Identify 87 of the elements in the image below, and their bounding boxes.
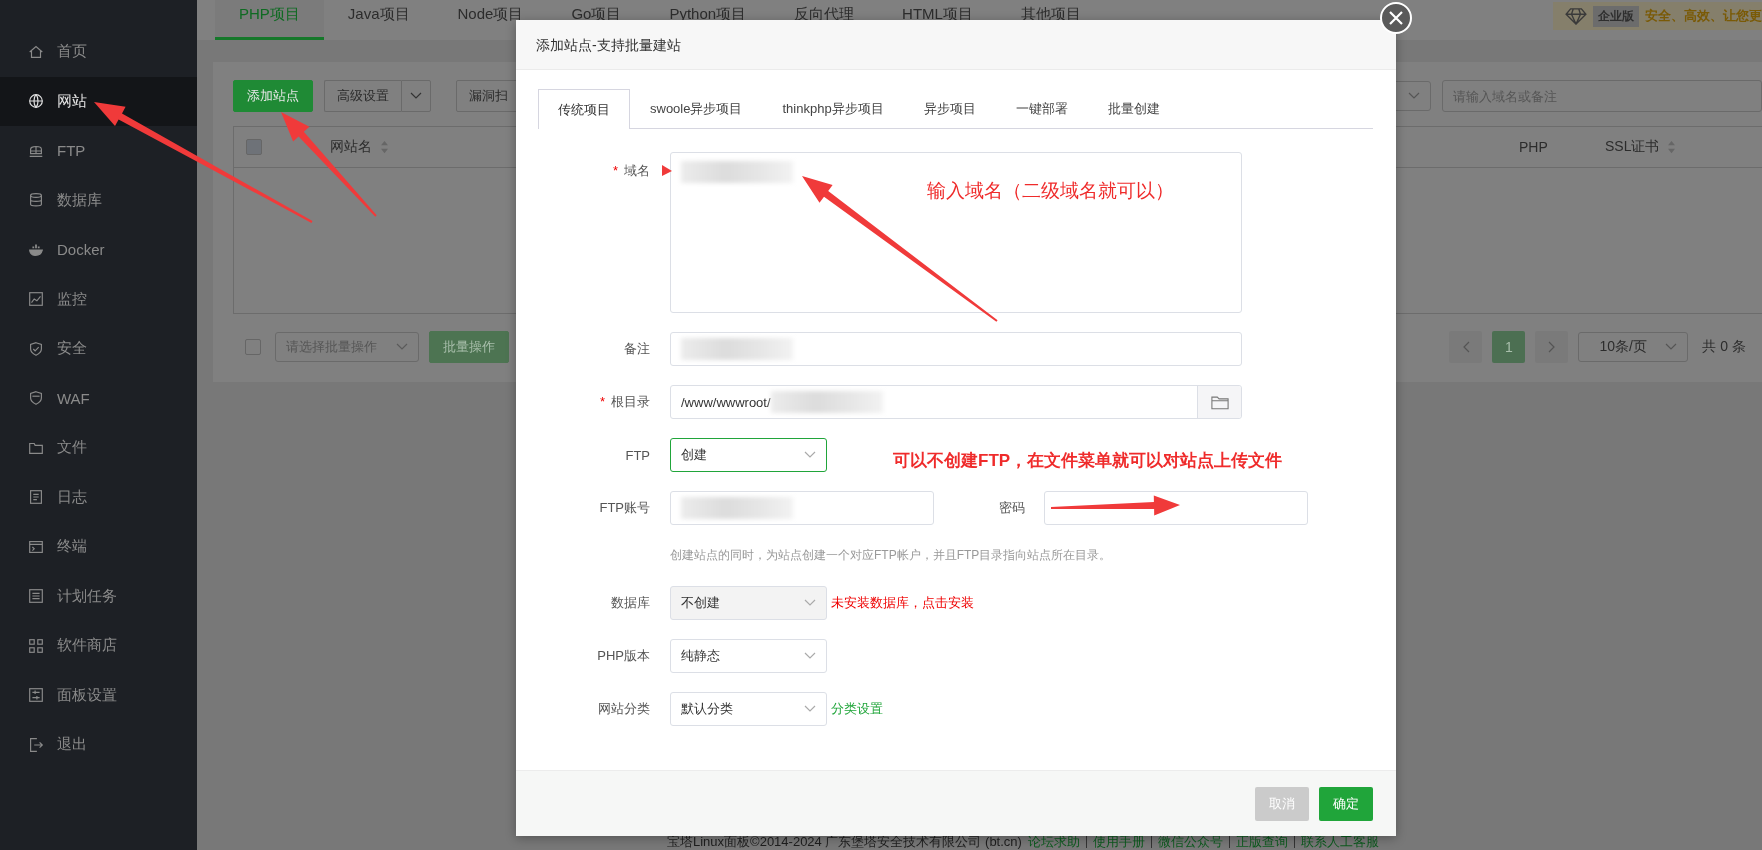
select-all-checkbox[interactable] bbox=[246, 139, 262, 155]
folder-icon bbox=[1210, 394, 1229, 410]
field-label: 网站分类 bbox=[597, 700, 650, 718]
field-label: * 根目录 bbox=[598, 393, 650, 411]
sidebar-item[interactable]: 终端 bbox=[0, 522, 197, 572]
root-directory-field[interactable]: /www/wwwroot/ bbox=[670, 385, 1242, 419]
caret-icon bbox=[1408, 92, 1420, 100]
list-icon bbox=[27, 587, 45, 606]
sidebar-item[interactable]: 日志 bbox=[0, 472, 197, 522]
edition-slogan: 安全、高效、让您更 bbox=[1645, 7, 1762, 25]
dialog-tab[interactable]: 一键部署 bbox=[995, 89, 1088, 128]
project-tab[interactable]: Java项目 bbox=[323, 0, 434, 40]
page-size-select[interactable]: 10条/页 bbox=[1578, 332, 1689, 362]
caret-icon bbox=[804, 599, 816, 607]
dialog-tab[interactable]: swoole异步项目 bbox=[630, 89, 763, 128]
field-label: 密码 bbox=[998, 499, 1025, 517]
close-icon bbox=[1388, 10, 1404, 26]
note-link[interactable]: 分类设置 bbox=[831, 700, 883, 718]
chevron-left-icon bbox=[1461, 341, 1470, 353]
sidebar-item[interactable]: 首页 bbox=[0, 27, 197, 77]
field-label: FTP账号 bbox=[598, 499, 650, 517]
dialog-tab[interactable]: 批量创建 bbox=[1087, 89, 1180, 128]
dialog-title: 添加站点-支持批量建站 bbox=[516, 20, 1396, 70]
chart-icon bbox=[27, 290, 45, 309]
sidebar-item[interactable]: 退出 bbox=[0, 720, 197, 770]
ftp-account-field[interactable] bbox=[670, 491, 934, 525]
document-icon bbox=[27, 488, 45, 507]
select-field[interactable]: 创建 bbox=[670, 438, 827, 472]
chevron-right-icon bbox=[1547, 341, 1556, 353]
grid-icon bbox=[27, 636, 45, 655]
next-page-button[interactable] bbox=[1535, 331, 1569, 363]
caret-icon bbox=[804, 451, 816, 459]
diamond-icon bbox=[1565, 7, 1587, 25]
sidebar-item[interactable]: 文件 bbox=[0, 423, 197, 473]
total-count: 共 0 条 bbox=[1702, 338, 1746, 356]
remark-field[interactable] bbox=[670, 332, 1242, 366]
annotation-arrow bbox=[662, 165, 672, 176]
caret-icon bbox=[1665, 343, 1678, 351]
sidebar-item[interactable]: 安全 bbox=[0, 324, 197, 374]
annotation-text: 可以不创建FTP，在文件菜单就可以对站点上传文件 bbox=[893, 450, 1283, 472]
sidebar-item[interactable]: Docker bbox=[0, 225, 197, 275]
field-label: 备注 bbox=[623, 340, 650, 358]
field-label: 数据库 bbox=[610, 594, 650, 612]
column-header: SSL证书 bbox=[1605, 138, 1660, 156]
sidebar-item[interactable]: 软件商店 bbox=[0, 621, 197, 671]
field-label: * 域名 bbox=[611, 162, 650, 180]
dialog-tab[interactable]: thinkphp异步项目 bbox=[762, 89, 904, 128]
batch-checkbox[interactable] bbox=[245, 339, 261, 355]
sidebar-item[interactable]: FTP bbox=[0, 126, 197, 176]
sidebar-item[interactable]: WAF bbox=[0, 373, 197, 423]
field-label: PHP版本 bbox=[596, 647, 650, 665]
shield-icon bbox=[27, 339, 45, 358]
folder-button[interactable] bbox=[1197, 386, 1241, 418]
add-site-button[interactable]: 添加站点 bbox=[233, 80, 313, 112]
caret-icon bbox=[804, 705, 816, 713]
batch-button[interactable]: 批量操作 bbox=[429, 331, 509, 363]
advanced-settings-button[interactable]: 高级设置 bbox=[324, 80, 401, 112]
sidebar-item[interactable]: 面板设置 bbox=[0, 670, 197, 720]
annotation-text: 输入域名（二级域名就可以） bbox=[927, 179, 1174, 203]
sort-icon[interactable] bbox=[1667, 140, 1677, 154]
page-button[interactable]: 1 bbox=[1492, 331, 1526, 363]
sidebar-item[interactable]: 计划任务 bbox=[0, 571, 197, 621]
edition-badge: 企业版 bbox=[1593, 5, 1639, 27]
dialog-tab[interactable]: 传统项目 bbox=[538, 89, 630, 129]
column-header: PHP bbox=[1519, 139, 1548, 155]
caret-icon bbox=[410, 92, 422, 100]
globe-icon bbox=[27, 92, 45, 111]
domain-field[interactable] bbox=[670, 152, 1242, 313]
caret-icon bbox=[804, 652, 816, 660]
column-header: 网站名 bbox=[330, 138, 372, 156]
sidebar-item[interactable]: 数据库 bbox=[0, 175, 197, 225]
select-field[interactable]: 纯静态 bbox=[670, 639, 827, 673]
logout-icon bbox=[27, 735, 45, 754]
hint-text: 创建站点的同时，为站点创建一个对应FTP帐户，并且FTP目录指向站点所在目录。 bbox=[670, 547, 1112, 564]
caret-icon bbox=[396, 343, 408, 351]
shield-icon bbox=[27, 389, 45, 408]
password-field[interactable] bbox=[1044, 491, 1308, 525]
sidebar-item[interactable]: 网站 bbox=[0, 76, 197, 126]
dialog-tab[interactable]: 异步项目 bbox=[903, 89, 996, 128]
previous-page-button[interactable] bbox=[1449, 331, 1483, 363]
confirm-button[interactable]: 确定 bbox=[1319, 786, 1373, 821]
sort-icon[interactable] bbox=[380, 140, 389, 154]
select-field[interactable]: 默认分类 bbox=[670, 692, 827, 726]
sliders-icon bbox=[27, 686, 45, 705]
sidebar-item[interactable]: 监控 bbox=[0, 274, 197, 324]
field-label: FTP bbox=[624, 447, 650, 463]
dropdown-toggle[interactable] bbox=[401, 80, 431, 112]
